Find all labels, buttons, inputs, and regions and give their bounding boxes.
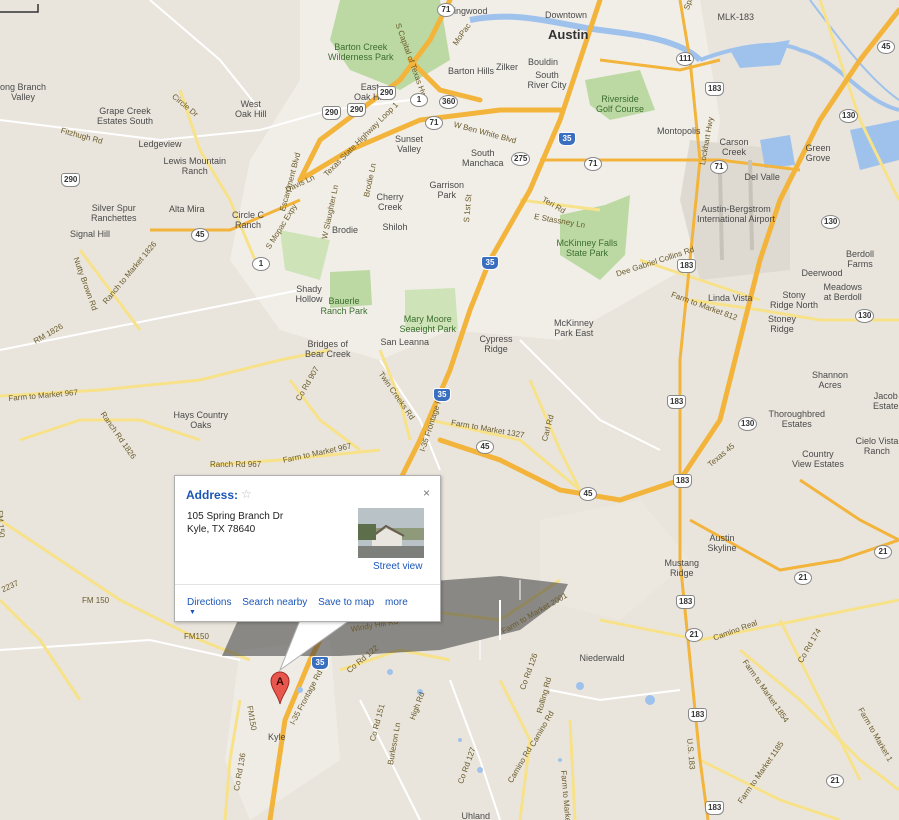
street-view-thumbnail[interactable] — [358, 508, 424, 558]
scale-bar — [0, 4, 39, 13]
save-to-map-link[interactable]: Save to map — [318, 597, 374, 608]
info-window-title: Address: — [186, 488, 239, 502]
divider — [175, 584, 440, 585]
address-block: 105 Spring Branch Dr Kyle, TX 78640 — [187, 510, 283, 536]
expand-caret-icon[interactable]: ▼ — [189, 609, 196, 616]
info-window-actions: Directions Search nearby Save to map mor… — [187, 597, 416, 608]
map-canvas[interactable]: Rollingwood Downtown Austin MLK-183 Barton C… — [0, 0, 899, 820]
street-view-link[interactable]: Street view — [373, 561, 422, 572]
address-line1: 105 Spring Branch Dr — [187, 511, 284, 522]
info-window: Address: ☆ × 105 Spring Branch Dr Kyle, … — [174, 475, 441, 622]
close-icon[interactable]: × — [423, 486, 430, 500]
search-nearby-link[interactable]: Search nearby — [242, 597, 307, 608]
directions-link[interactable]: Directions — [187, 597, 231, 608]
star-icon[interactable]: ☆ — [241, 487, 252, 501]
more-link[interactable]: more — [385, 597, 408, 608]
marker-label: A — [276, 676, 284, 688]
info-window-pointer — [278, 617, 352, 672]
address-line2: Kyle, TX 78640 — [187, 524, 256, 535]
map-marker-a[interactable]: A — [270, 671, 290, 705]
